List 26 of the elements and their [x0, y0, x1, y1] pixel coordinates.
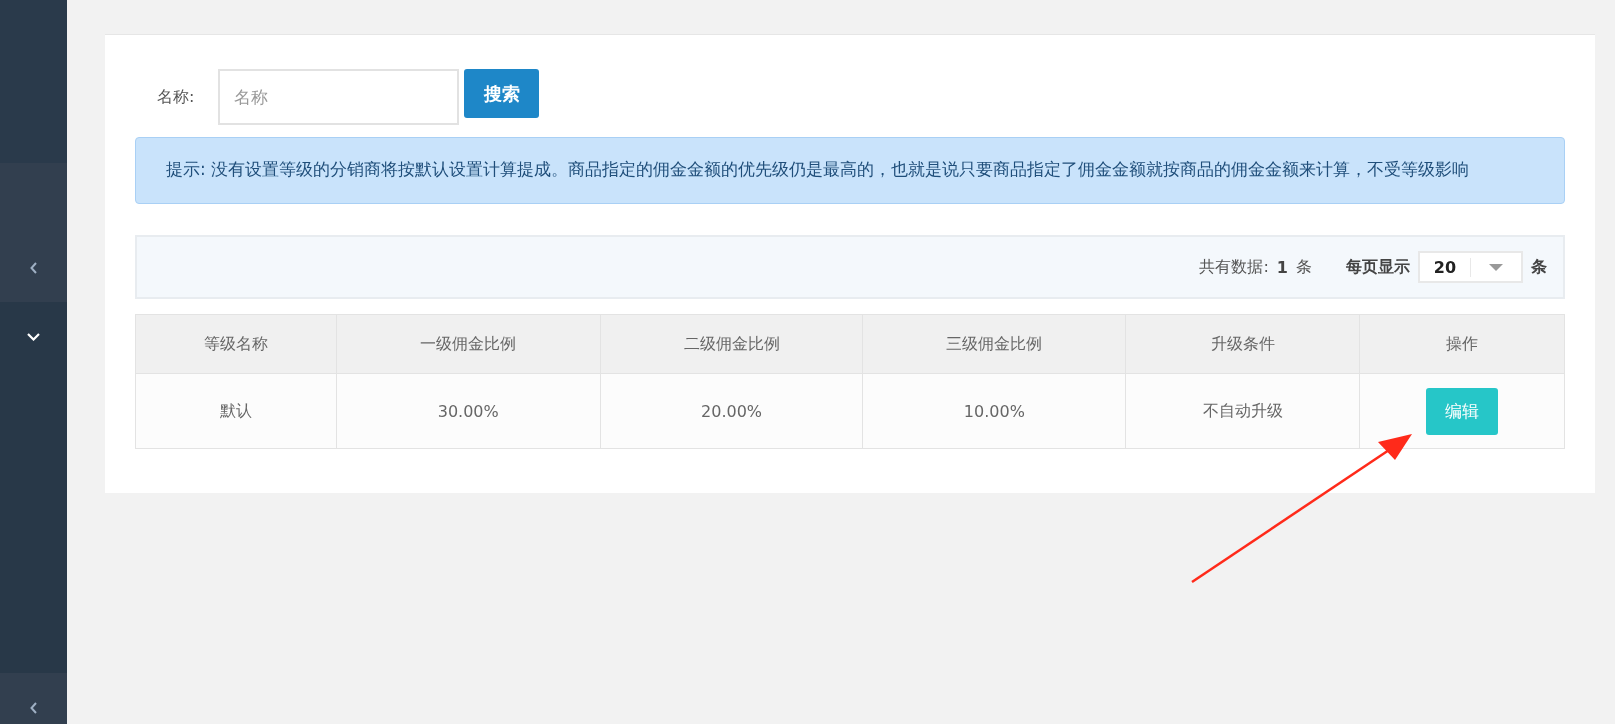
page-size-unit: 条	[1531, 256, 1547, 278]
column-header: 操作	[1359, 314, 1565, 374]
name-label: 名称:	[156, 86, 196, 108]
page-size-label: 每页显示	[1346, 256, 1410, 278]
total-label: 共有数据:	[1199, 256, 1269, 278]
page-size-select[interactable]: 20	[1418, 251, 1523, 283]
chevron-down-icon[interactable]	[27, 333, 40, 341]
total-unit: 条	[1296, 256, 1312, 278]
column-header: 等级名称	[135, 314, 337, 374]
edit-button[interactable]: 编辑	[1426, 387, 1499, 435]
dropdown-caret-icon	[1489, 263, 1503, 271]
table-cell: 20.00%	[600, 373, 863, 449]
search-button[interactable]: 搜索	[464, 69, 540, 118]
table-cell: 默认	[135, 373, 337, 449]
table-cell: 10.00%	[862, 373, 1126, 449]
name-input-field[interactable]: 名称	[218, 69, 460, 125]
notice-text: 提示: 没有设置等级的分销商将按默认设置计算提成。商品指定的佣金金额的优先级仍是最高的，也就是说只要商品指定了佣金金额就按商品的佣金金额来计算，不受等级影响	[135, 137, 1565, 204]
chevron-left-icon[interactable]	[29, 702, 38, 714]
column-header: 二级佣金比例	[600, 314, 863, 374]
chevron-left-icon[interactable]	[29, 262, 38, 274]
column-header: 升级条件	[1125, 314, 1360, 374]
column-header: 一级佣金比例	[336, 314, 601, 374]
total-count: 1	[1276, 257, 1288, 277]
column-header: 三级佣金比例	[862, 314, 1126, 374]
table-cell: 30.00%	[336, 373, 601, 449]
table-cell: 不自动升级	[1125, 373, 1360, 449]
